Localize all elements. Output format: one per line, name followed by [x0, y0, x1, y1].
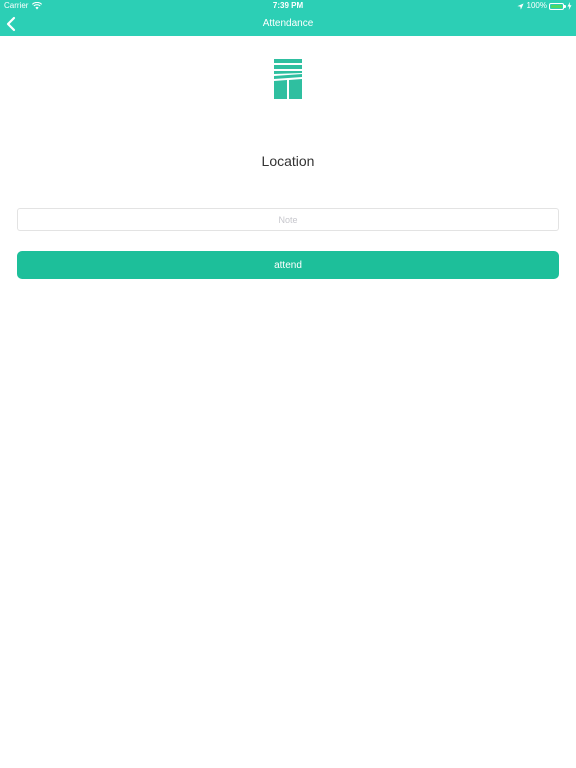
status-bar: Carrier 7:39 PM 100% [0, 0, 576, 12]
header-bar: Carrier 7:39 PM 100% Attendance [0, 0, 576, 36]
location-label: Location [261, 153, 315, 169]
note-input[interactable] [17, 208, 559, 231]
status-right: 100% [516, 0, 572, 12]
page-title: Attendance [262, 18, 314, 29]
attend-button[interactable]: attend [17, 251, 559, 279]
battery-percent: 100% [526, 1, 547, 10]
building-logo-icon [274, 59, 302, 99]
battery-level-fill [551, 4, 562, 8]
navigation-bar: Attendance [0, 12, 576, 36]
status-time: 7:39 PM [272, 1, 304, 10]
location-arrow-icon [516, 2, 524, 10]
battery-icon [549, 2, 566, 10]
attendance-screen: Carrier 7:39 PM 100% Attendance Location… [0, 0, 576, 768]
charging-icon [567, 2, 572, 10]
battery-nub [564, 5, 566, 8]
